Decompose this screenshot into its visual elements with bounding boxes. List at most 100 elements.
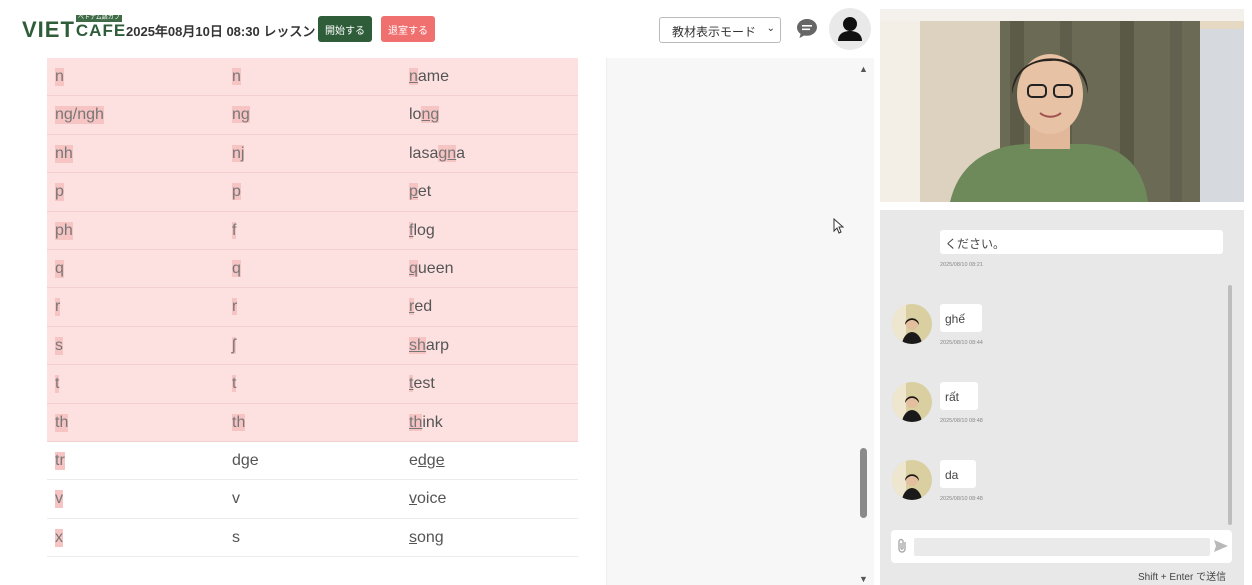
example-suffix: ueen — [417, 259, 454, 277]
table-row: ph f flog — [47, 211, 578, 250]
letter-cell: v — [55, 490, 63, 509]
video-feed — [880, 9, 1244, 202]
example-highlight: sh — [409, 336, 426, 354]
example-cell: edge — [409, 452, 445, 470]
sender-avatar — [892, 304, 932, 344]
sound-text: ʃ — [232, 336, 236, 354]
example-highlight: q — [409, 259, 418, 277]
table-row: tr dge edge — [47, 442, 578, 481]
example-cell: song — [409, 529, 444, 547]
table-row: ng/ngh ng long — [47, 96, 578, 135]
sound-text: th — [232, 413, 246, 431]
table-row: x s song — [47, 519, 578, 558]
chevron-down-icon: ⌄ — [766, 23, 775, 34]
sound-text: n — [232, 68, 241, 85]
table-row: v v voice — [47, 480, 578, 519]
sound-cell: r — [232, 298, 238, 316]
table-row: s ʃ sharp — [47, 326, 578, 366]
example-cell: voice — [409, 490, 446, 508]
example-cell: sharp — [409, 336, 450, 355]
letter-cell: x — [55, 528, 63, 547]
example-suffix: ed — [414, 298, 433, 316]
sound-cell: n — [232, 68, 241, 86]
sound-cell: v — [232, 490, 240, 508]
sound-cell: ng — [232, 106, 250, 124]
sound-text: r — [232, 298, 238, 316]
letter-cell: ng/ngh — [55, 106, 104, 125]
example-cell: flog — [409, 221, 435, 240]
chat-message-bubble: da — [940, 460, 976, 488]
table-row: th th think — [47, 403, 578, 442]
table-row: r r red — [47, 288, 578, 327]
letter-cell: p — [55, 183, 64, 202]
chat-message-time: 2025/08/10 08:48 — [940, 418, 983, 424]
letter-cell: tr — [55, 451, 65, 470]
material-panel: n n name ng/ngh ng long nh nj lasagna p p pet ph f flo… — [0, 58, 606, 585]
sound-cell: t — [232, 375, 237, 393]
table-row: nh nj lasagna — [47, 134, 578, 174]
sound-text: nj — [232, 144, 245, 162]
vietcafe-logo[interactable]: VIET ベトナム語カフェ CAFE — [22, 15, 126, 42]
example-suffix: a — [456, 144, 466, 162]
logo-cafe-group: ベトナム語カフェ CAFE — [75, 15, 126, 41]
sound-text: q — [232, 259, 241, 277]
chat-message-bubble: ください。 — [940, 230, 1223, 254]
send-shortcut-hint: Shift + Enter で送信 — [1138, 572, 1227, 583]
example-cell: red — [409, 298, 432, 316]
lesson-title: 2025年08月10日 08:30 レッスン — [126, 24, 316, 39]
scroll-down-arrow-icon[interactable]: ▼ — [859, 574, 868, 584]
material-side-panel — [606, 58, 874, 585]
user-avatar-icon[interactable] — [829, 8, 871, 50]
example-suffix: arp — [425, 336, 450, 354]
letter-cell: s — [55, 336, 63, 355]
chat-bubble-icon[interactable] — [795, 17, 819, 41]
letter-cell: th — [55, 413, 69, 432]
chat-scrollbar[interactable] — [1228, 285, 1232, 525]
example-suffix: ame — [417, 68, 450, 85]
example-cell: pet — [409, 183, 431, 201]
sound-text: f — [232, 221, 237, 239]
example-highlight: th — [409, 413, 423, 431]
exit-room-button[interactable]: 退室する — [381, 16, 435, 42]
sound-cell: nj — [232, 144, 245, 163]
chat-message-bubble: ghế — [940, 304, 982, 332]
table-row: q q queen — [47, 249, 578, 289]
example-prefix: lasa — [409, 144, 439, 162]
table-row: p p pet — [47, 173, 578, 212]
example-highlight: s — [409, 528, 417, 546]
sender-avatar — [892, 460, 932, 500]
example-highlight: dge — [417, 451, 445, 469]
letter-cell: ph — [55, 221, 73, 240]
example-suffix: est — [413, 375, 435, 393]
example-cell: lasagna — [409, 144, 466, 163]
chat-message-time: 2025/08/10 08:48 — [940, 496, 983, 502]
example-suffix: log — [413, 221, 435, 239]
sound-text: ng — [232, 106, 250, 124]
chat-message-time: 2025/08/10 08:21 — [940, 262, 983, 268]
sound-cell: p — [232, 183, 241, 201]
example-highlight: p — [409, 183, 418, 201]
display-mode-select[interactable]: 教材表示モード ⌄ — [659, 17, 781, 43]
logo-text-viet: VIET — [22, 17, 75, 42]
start-lesson-button[interactable]: 開始する — [318, 16, 372, 42]
sound-text: p — [232, 183, 241, 201]
paperclip-icon[interactable] — [895, 538, 909, 559]
sound-text: dge — [232, 451, 259, 469]
example-suffix: ink — [422, 413, 443, 431]
example-prefix: e — [409, 451, 418, 469]
chat-panel — [880, 210, 1244, 585]
sound-cell: q — [232, 259, 241, 278]
sound-cell: th — [232, 413, 246, 432]
example-suffix: ong — [417, 528, 444, 546]
example-cell: test — [409, 375, 435, 393]
example-cell: queen — [409, 259, 454, 278]
scroll-up-arrow-icon[interactable]: ▲ — [859, 64, 868, 74]
send-icon[interactable] — [1213, 539, 1229, 558]
example-suffix: et — [417, 183, 432, 201]
letter-cell: r — [55, 298, 61, 317]
scrollbar-thumb[interactable] — [860, 448, 867, 518]
chat-message-input[interactable] — [914, 538, 1210, 556]
example-cell: think — [409, 413, 443, 432]
example-highlight: v — [409, 490, 417, 508]
chat-message-bubble: rất — [940, 382, 978, 410]
